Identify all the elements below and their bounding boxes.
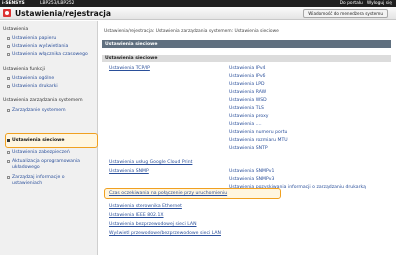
- top-bar: i-SENSYS LBP253/LBP252 Do portalu Wylogu…: [0, 0, 396, 7]
- sidebar-item-general[interactable]: Ustawienia ogólne: [7, 76, 54, 81]
- ieee-8021x-link[interactable]: Ustawienia IEEE 802.1X: [109, 213, 164, 218]
- sidebar-item-firmware[interactable]: Aktualizacja oprogramowania układowego: [7, 159, 87, 172]
- brand-label: i-SENSYS: [2, 1, 25, 6]
- settings-app-icon: [3, 9, 11, 17]
- breadcrumb: Ustawienia/rejestracja: Ustawienia zarzą…: [104, 29, 279, 34]
- google-cloud-print-link[interactable]: Ustawienia usług Google Cloud Print: [109, 160, 192, 165]
- tcpip-sub-raw: Ustawienia RAW: [229, 90, 267, 95]
- section-header: Ustawienia sieciowe: [102, 40, 391, 48]
- bullet-icon: [7, 45, 10, 48]
- sidebar: Ustawienia Ustawienia papieru Ustawienia…: [0, 21, 98, 255]
- sidebar-item-network[interactable]: Ustawienia sieciowe: [7, 138, 64, 143]
- sidebar-item-system-mgmt[interactable]: Zarządzanie systemem: [7, 108, 66, 113]
- sidebar-item-timer[interactable]: Ustawienia włącznika czasowego: [7, 52, 88, 57]
- bullet-icon: [7, 176, 10, 179]
- lan-info-link[interactable]: Wyświetl przewodowe/bezprzewodowe sieci …: [109, 231, 221, 236]
- tcpip-sub-sntp: Ustawienia SNTP: [229, 146, 268, 151]
- sidebar-group-functions: Ustawienia funkcji: [3, 67, 45, 72]
- main-content: Ustawienia/rejestracja: Ustawienia zarzą…: [99, 21, 396, 255]
- sidebar-group-settings: Ustawienia: [3, 27, 29, 32]
- logout-link[interactable]: Wyloguj się: [367, 1, 392, 6]
- tcpip-sub-wsd: Ustawienia WSD: [229, 98, 267, 103]
- tcpip-sub-mtu: Ustawienia rozmiaru MTU: [229, 138, 288, 143]
- ethernet-driver-link[interactable]: Ustawienia sterownika Ethernet: [109, 204, 182, 209]
- tcpip-settings-link[interactable]: Ustawienia TCP/IP: [109, 66, 150, 71]
- message-to-admin-button[interactable]: Wiadomość do menedżera systemu: [303, 8, 388, 18]
- snmp-settings-link[interactable]: Ustawienia SNMP: [109, 169, 149, 174]
- bullet-icon: [7, 53, 10, 56]
- tcpip-sub-lpd: Ustawienia LPD: [229, 82, 265, 87]
- bullet-icon: [7, 151, 10, 154]
- bullet-icon: [7, 109, 10, 112]
- portal-link[interactable]: Do portalu: [340, 1, 363, 6]
- tcpip-sub-other: Ustawienia ....: [229, 122, 262, 127]
- bullet-icon: [7, 160, 10, 163]
- tcpip-sub-port: Ustawienia numeru portu: [229, 130, 288, 135]
- sidebar-item-settings-info[interactable]: Zarządzaj informacje o ustawieniach: [7, 175, 73, 188]
- bullet-icon: [7, 85, 10, 88]
- sidebar-item-display[interactable]: Ustawienia wyświetlania: [7, 44, 68, 49]
- subsection-header: Ustawienia sieciowe: [102, 55, 391, 62]
- snmp-sub-v1: Ustawienia SNMPv1: [229, 169, 275, 174]
- sidebar-item-security[interactable]: Ustawienia zabezpieczeń: [7, 150, 70, 155]
- sidebar-item-paper[interactable]: Ustawienia papieru: [7, 36, 56, 41]
- bullet-icon: [7, 139, 10, 142]
- top-links: Do portalu Wyloguj się: [340, 1, 396, 6]
- bullet-icon: [7, 77, 10, 80]
- title-bar: Ustawienia/rejestracja Wiadomość do mene…: [0, 7, 396, 20]
- tcpip-sub-ipv6: Ustawienia IPv6: [229, 74, 266, 79]
- sidebar-group-system: Ustawienia zarządzania systemem: [3, 98, 83, 103]
- startup-wait-time-link[interactable]: Czas oczekiwania na połączenie przy uruc…: [109, 191, 227, 196]
- model-label: LBP253/LBP252: [40, 1, 75, 6]
- wireless-lan-link[interactable]: Ustawienia bezprzewodowej sieci LAN: [109, 222, 197, 227]
- tcpip-sub-tls: Ustawienia TLS: [229, 106, 264, 111]
- sidebar-item-printer[interactable]: Ustawienia drukarki: [7, 84, 58, 89]
- snmp-sub-v3: Ustawienia SNMPv3: [229, 177, 275, 182]
- tcpip-sub-ipv4: Ustawienia IPv4: [229, 66, 266, 71]
- tcpip-sub-proxy: Ustawienia proxy: [229, 114, 269, 119]
- page-title: Ustawienia/rejestracja: [15, 8, 112, 18]
- bullet-icon: [7, 37, 10, 40]
